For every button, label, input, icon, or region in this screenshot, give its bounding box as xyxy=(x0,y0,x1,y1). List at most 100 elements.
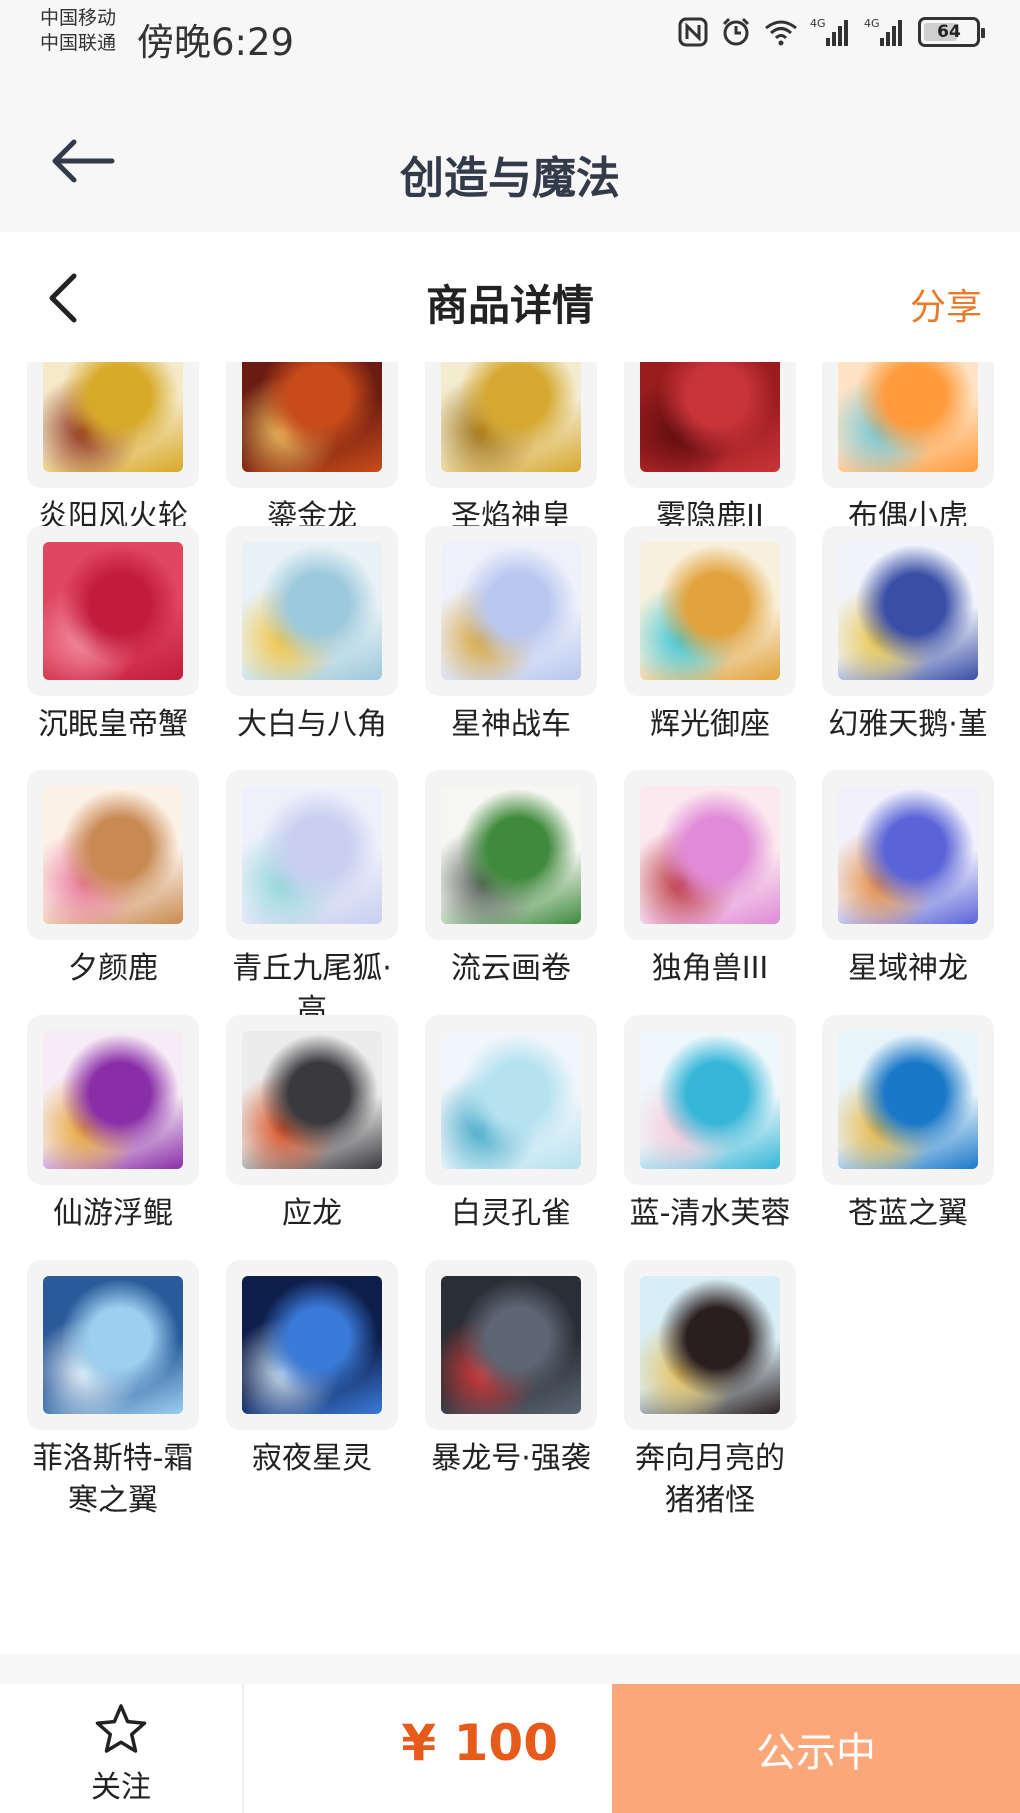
item-image xyxy=(640,1276,780,1414)
item-image xyxy=(242,786,382,924)
item-thumbnail xyxy=(624,362,796,488)
grid-item[interactable]: 白灵孔雀 xyxy=(425,1015,597,1235)
item-name: 星神战车 xyxy=(451,707,571,742)
grid-item[interactable]: 青丘九尾狐·高 xyxy=(226,770,398,1032)
grid-item[interactable]: 应龙 xyxy=(226,1015,398,1235)
item-image xyxy=(838,1031,978,1169)
item-thumbnail xyxy=(226,1015,398,1185)
item-thumbnail xyxy=(425,1260,597,1430)
carrier-1: 中国移动 xyxy=(40,7,117,29)
item-name: 苍蓝之翼 xyxy=(848,1196,968,1231)
battery-icon: 64 xyxy=(918,17,985,47)
grid-item[interactable]: 炎阳风火轮 xyxy=(27,362,199,538)
item-thumbnail xyxy=(624,526,796,696)
item-name: 辉光御座 xyxy=(650,707,770,742)
carrier-2: 中国联通 xyxy=(40,32,117,54)
svg-text:4G: 4G xyxy=(810,17,826,30)
item-thumbnail xyxy=(226,1260,398,1430)
grid-item[interactable]: 沉眠皇帝蟹 xyxy=(27,526,199,746)
grid-item[interactable]: 夕颜鹿 xyxy=(27,770,199,990)
item-name: 大白与八角 xyxy=(237,707,387,742)
item-thumbnail xyxy=(822,770,994,940)
item-thumbnail xyxy=(624,770,796,940)
grid-item[interactable]: 鎏金龙 xyxy=(226,362,398,538)
grid-item[interactable]: 独角兽III xyxy=(624,770,796,990)
grid-item[interactable]: 流云画卷 xyxy=(425,770,597,990)
star-icon xyxy=(93,1702,149,1758)
item-name: 白灵孔雀 xyxy=(451,1196,571,1231)
item-image xyxy=(838,786,978,924)
item-thumbnail xyxy=(624,1015,796,1185)
alarm-icon xyxy=(720,16,752,48)
svg-text:4G: 4G xyxy=(864,17,880,30)
item-thumbnail xyxy=(425,362,597,488)
item-name: 沉眠皇帝蟹 xyxy=(38,707,188,742)
app-header: 创造与魔法 xyxy=(0,72,1020,232)
item-image xyxy=(640,786,780,924)
item-image xyxy=(441,1276,581,1414)
item-image xyxy=(43,1276,183,1414)
item-thumbnail xyxy=(822,362,994,488)
grid-item[interactable]: 奔向月亮的猪猪怪 xyxy=(624,1260,796,1522)
item-name: 应龙 xyxy=(282,1196,342,1231)
grid-item[interactable]: 布偶小虎 xyxy=(822,362,994,538)
item-thumbnail xyxy=(226,362,398,488)
share-button[interactable]: 分享 xyxy=(910,278,982,330)
item-thumbnail xyxy=(425,770,597,940)
status-icons: 4G 4G 64 xyxy=(678,16,985,48)
price: ¥ 100 xyxy=(401,1714,558,1772)
item-thumbnail xyxy=(27,362,199,488)
grid-item[interactable]: 星神战车 xyxy=(425,526,597,746)
status-bar: 中国移动 中国联通 傍晚6:29 4G 4G 64 xyxy=(0,0,1020,72)
item-image xyxy=(441,362,581,472)
item-image xyxy=(242,1031,382,1169)
item-name: 寂夜星灵 xyxy=(252,1441,372,1476)
item-image xyxy=(242,1276,382,1414)
item-thumbnail xyxy=(425,526,597,696)
item-image xyxy=(441,542,581,680)
signal-4g-icon: 4G xyxy=(864,16,906,48)
grid-item[interactable]: 星域神龙 xyxy=(822,770,994,990)
grid-item[interactable]: 蓝-清水芙蓉 xyxy=(624,1015,796,1235)
publicity-status-button[interactable]: 公示中 xyxy=(612,1684,1020,1813)
item-name: 幻雅天鹅·堇 xyxy=(828,707,988,742)
item-image xyxy=(441,1031,581,1169)
product-detail-panel: 商品详情 分享 炎阳风火轮 鎏金龙 圣焰神皇 雾隐鹿II 布偶小虎 沉眠皇帝蟹 大白与八角星… xyxy=(0,232,1020,1654)
item-name: 奔向月亮的猪猪怪 xyxy=(635,1441,785,1518)
item-name: 独角兽III xyxy=(651,951,769,986)
grid-item[interactable]: 圣焰神皇 xyxy=(425,362,597,538)
app-title: 创造与魔法 xyxy=(400,153,620,204)
grid-item[interactable]: 菲洛斯特-霜寒之翼 xyxy=(27,1260,199,1522)
item-name: 流云画卷 xyxy=(451,951,571,986)
item-thumbnail xyxy=(624,1260,796,1430)
detail-title: 商品详情 xyxy=(425,281,594,330)
bottom-action-bar: 关注 ¥ 100 公示中 xyxy=(0,1684,1020,1813)
grid-item[interactable]: 寂夜星灵 xyxy=(226,1260,398,1480)
item-name: 星域神龙 xyxy=(848,951,968,986)
grid-item[interactable]: 辉光御座 xyxy=(624,526,796,746)
item-thumbnail xyxy=(425,1015,597,1185)
grid-item[interactable]: 暴龙号·强袭 xyxy=(425,1260,597,1480)
nfc-icon xyxy=(678,17,708,47)
follow-label: 关注 xyxy=(91,1770,151,1805)
item-thumbnail xyxy=(27,526,199,696)
grid-item[interactable]: 仙游浮鲲 xyxy=(27,1015,199,1235)
item-image xyxy=(441,786,581,924)
grid-item[interactable]: 大白与八角 xyxy=(226,526,398,746)
item-thumbnail xyxy=(226,526,398,696)
battery-level: 64 xyxy=(937,22,961,42)
grid-item[interactable]: 苍蓝之翼 xyxy=(822,1015,994,1235)
wifi-icon xyxy=(764,18,798,46)
item-thumbnail xyxy=(27,1260,199,1430)
item-image xyxy=(43,786,183,924)
item-image xyxy=(640,1031,780,1169)
grid-item[interactable]: 雾隐鹿II xyxy=(624,362,796,538)
follow-button[interactable]: 关注 xyxy=(0,1684,242,1813)
grid-item[interactable]: 幻雅天鹅·堇 xyxy=(822,526,994,746)
item-name: 暴龙号·强袭 xyxy=(431,1441,591,1476)
item-thumbnail xyxy=(822,1015,994,1185)
item-image xyxy=(43,1031,183,1169)
item-grid-viewport[interactable]: 炎阳风火轮 鎏金龙 圣焰神皇 雾隐鹿II 布偶小虎沉眠皇帝蟹 大白与八角 星神战车 辉光御座 幻… xyxy=(0,362,1020,1654)
signal-4g-icon: 4G xyxy=(810,16,852,48)
item-thumbnail xyxy=(27,1015,199,1185)
